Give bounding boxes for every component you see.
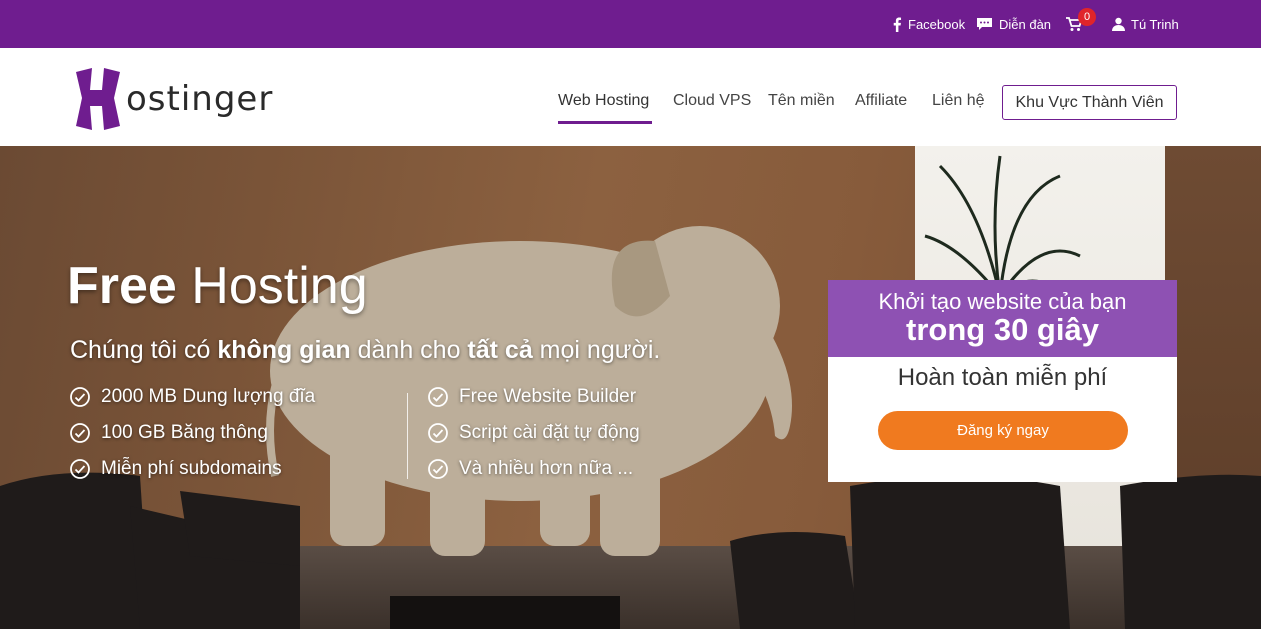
feature-label: Free Website Builder bbox=[459, 386, 637, 407]
forum-link[interactable]: Diễn đàn bbox=[976, 0, 1051, 48]
plant-illustration bbox=[924, 155, 1081, 298]
check-circle-icon bbox=[70, 423, 90, 443]
hero-title-bold: Free bbox=[67, 257, 177, 315]
feature-item: Script cài đặt tự động bbox=[428, 422, 640, 444]
member-area-button[interactable]: Khu Vực Thành Viên bbox=[1002, 85, 1177, 120]
nav-cloud-vps[interactable]: Cloud VPS bbox=[673, 92, 751, 110]
feature-item: Và nhiều hơn nữa ... bbox=[428, 458, 633, 480]
feature-item: 2000 MB Dung lượng đĩa bbox=[70, 386, 315, 408]
forum-label: Diễn đàn bbox=[999, 16, 1052, 32]
feature-label: Script cài đặt tự động bbox=[459, 422, 640, 443]
signup-headline-emphasis: trong 30 giây bbox=[906, 312, 1099, 347]
hero-subtitle-pre: Chúng tôi có bbox=[70, 336, 218, 364]
facebook-label: Facebook bbox=[908, 16, 966, 32]
hero-subtitle-bold-2: tất cả bbox=[467, 336, 533, 364]
nav-web-hosting[interactable]: Web Hosting bbox=[558, 92, 649, 110]
feature-label: Và nhiều hơn nữa ... bbox=[459, 458, 634, 479]
feature-label: 2000 MB Dung lượng đĩa bbox=[101, 386, 316, 407]
nav-affiliate[interactable]: Affiliate bbox=[855, 92, 907, 110]
top-bar: Facebook Diễn đàn 0 Tú Trinh bbox=[0, 0, 1261, 48]
hero-title-light: Hosting bbox=[191, 257, 368, 315]
user-icon bbox=[1112, 17, 1125, 31]
logo-text: ostinger bbox=[126, 79, 274, 119]
signup-box: Khởi tạo website của bạn trong 30 giây H… bbox=[828, 280, 1177, 482]
signup-free-text: Hoàn toàn miễn phí bbox=[897, 364, 1108, 391]
check-circle-icon bbox=[428, 387, 448, 407]
user-name: Tú Trinh bbox=[1131, 16, 1179, 32]
hero-subtitle: Chúng tôi có không gian dành cho tất cả … bbox=[70, 336, 660, 365]
feature-item: 100 GB Băng thông bbox=[70, 422, 268, 444]
hostinger-logo[interactable]: ostinger bbox=[70, 68, 273, 130]
cart-link[interactable]: 0 bbox=[1066, 0, 1096, 48]
hero-banner: Free Hosting Chúng tôi có không gian dàn… bbox=[0, 146, 1261, 629]
feature-label: Miễn phí subdomains bbox=[101, 458, 282, 479]
check-circle-icon bbox=[70, 387, 90, 407]
facebook-icon bbox=[892, 16, 902, 32]
check-circle-icon bbox=[70, 459, 90, 479]
feature-divider bbox=[407, 393, 408, 479]
nav-contact[interactable]: Liên hệ bbox=[932, 92, 985, 110]
logo-h-mark bbox=[76, 68, 120, 130]
hero-subtitle-bold-1: không gian bbox=[217, 336, 351, 364]
cart-count-badge: 0 bbox=[1078, 8, 1096, 26]
hero-title: Free Hosting bbox=[67, 256, 368, 316]
chat-bubble-icon bbox=[976, 17, 993, 31]
feature-item: Miễn phí subdomains bbox=[70, 458, 282, 480]
signup-now-button[interactable]: Đăng ký ngay bbox=[878, 411, 1128, 450]
nav-domains[interactable]: Tên miền bbox=[768, 92, 835, 110]
hero-subtitle-post: mọi người. bbox=[532, 336, 661, 364]
site-header: ostinger Web Hosting Cloud VPS Tên miền … bbox=[0, 48, 1261, 146]
active-nav-indicator bbox=[558, 121, 652, 124]
feature-item: Free Website Builder bbox=[428, 386, 636, 408]
check-circle-icon bbox=[428, 459, 448, 479]
signup-header: Khởi tạo website của bạn trong 30 giây bbox=[828, 280, 1177, 357]
hero-subtitle-mid: dành cho bbox=[350, 336, 468, 364]
check-circle-icon bbox=[428, 423, 448, 443]
user-account-link[interactable]: Tú Trinh bbox=[1112, 0, 1179, 48]
facebook-link[interactable]: Facebook bbox=[892, 0, 965, 48]
feature-label: 100 GB Băng thông bbox=[101, 422, 268, 443]
